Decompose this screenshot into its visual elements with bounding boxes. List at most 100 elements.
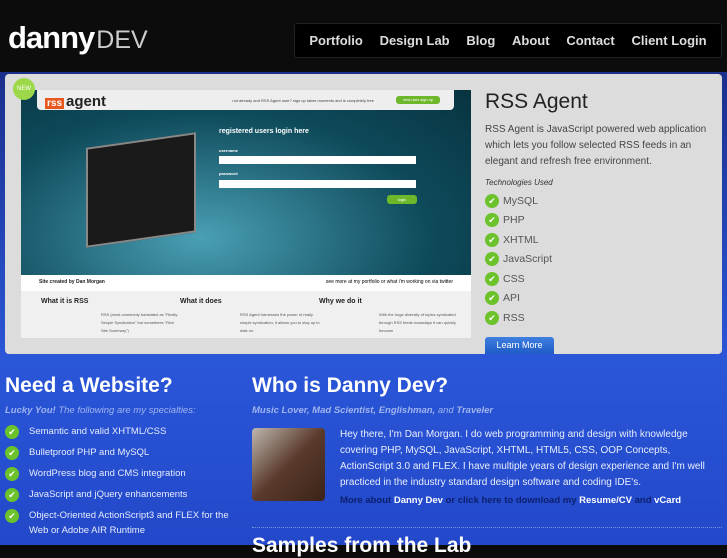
- login-button: login: [387, 195, 417, 204]
- specialties-list: ✔ Semantic and valid XHTML/CSS ✔ Bulletpro…: [5, 424, 235, 538]
- screenshot-col: Why we do it With the huge diversity of t…: [319, 298, 459, 335]
- check-icon: ✔: [485, 271, 499, 286]
- need-website-section: Need a Website? Lucky You! The following…: [5, 374, 235, 544]
- check-icon: ✔: [485, 291, 499, 306]
- tech-label: XHTML: [503, 233, 539, 246]
- tech-label: JavaScript: [503, 253, 553, 266]
- check-icon: ✔: [5, 425, 19, 439]
- password-field: [219, 180, 416, 188]
- credit-text: Site created by Dan Morgan: [39, 279, 105, 285]
- technologies-list: ✔ MySQL ✔ PHP ✔ XHTML ✔ JavaScript ✔ CSS ✔ API…: [485, 191, 715, 328]
- tech-label: API: [503, 292, 520, 305]
- sub-rest: The following are my specialties:: [55, 405, 196, 416]
- tech-item: ✔ PHP: [485, 211, 715, 231]
- username-field: [219, 156, 416, 164]
- who-subtitle: Music Lover, Mad Scientist, Englishman, …: [252, 405, 722, 416]
- logo-sub: DEV: [96, 26, 148, 54]
- tech-item: ✔ XHTML: [485, 230, 715, 250]
- tech-item: ✔ CSS: [485, 269, 715, 289]
- specialty-item: ✔ JavaScript and jQuery enhancements: [5, 487, 235, 502]
- project-screenshot[interactable]: rss agent not already and RSS Agent user?…: [21, 90, 471, 338]
- technologies-label: Technologies Used: [485, 178, 553, 187]
- tech-item: ✔ JavaScript: [485, 250, 715, 270]
- screenshot-col: What it does RSS Agent harnesses the powe…: [180, 298, 320, 335]
- sub-bold: Lucky You!: [5, 405, 56, 416]
- more-links: More about Danny Dev or click here to do…: [340, 495, 681, 506]
- avatar: [252, 428, 325, 501]
- nav-design-lab[interactable]: Design Lab: [380, 33, 450, 48]
- specialty-label: JavaScript and jQuery enhancements: [29, 489, 188, 500]
- tech-label: PHP: [503, 214, 525, 227]
- screenshot-col: What it is RSS RSS (most commonly transla…: [41, 298, 181, 335]
- sub-and: and: [435, 405, 457, 416]
- tech-label: MySQL: [503, 194, 539, 207]
- nav-blog[interactable]: Blog: [466, 33, 495, 48]
- rss-agent-logo: rss agent: [45, 93, 106, 110]
- logo[interactable]: dannyDEV: [8, 20, 148, 56]
- check-icon: ✔: [485, 232, 499, 247]
- specialty-item: ✔ Bulletproof PHP and MySQL: [5, 445, 235, 460]
- specialty-item: ✔ WordPress blog and CMS integration: [5, 466, 235, 481]
- nav-contact[interactable]: Contact: [566, 33, 614, 48]
- check-icon: ✔: [5, 467, 19, 481]
- logo-main: danny: [8, 20, 95, 55]
- col-title: What it is RSS: [41, 298, 89, 305]
- who-section: Who is Danny Dev? Music Lover, Mad Scien…: [252, 374, 722, 557]
- vcard-link[interactable]: vCard: [654, 495, 681, 506]
- col-text: RSS Agent harnesses the power of really …: [240, 312, 320, 333]
- specialty-item: ✔ Semantic and valid XHTML/CSS: [5, 424, 235, 439]
- project-description: RSS Agent is JavaScript powered web appl…: [485, 124, 707, 167]
- logo-box: rss: [45, 98, 65, 109]
- login-title: registered users login here: [219, 128, 309, 135]
- more-prefix: More about: [340, 495, 394, 506]
- check-icon: ✔: [485, 213, 499, 228]
- specialty-label: Object-Oriented ActionScript3 and FLEX f…: [29, 510, 229, 536]
- check-icon: ✔: [5, 488, 19, 502]
- nav-about[interactable]: About: [512, 33, 550, 48]
- header: dannyDEV Portfolio Design Lab Blog About…: [0, 0, 727, 72]
- col-text: With the huge diversity of topics syndic…: [379, 312, 456, 333]
- col-text: RSS (most commonly translated as "Really…: [101, 312, 178, 333]
- signup-button: new user sign up: [396, 96, 440, 104]
- screenshot-hero: rss agent not already and RSS Agent user?…: [21, 90, 471, 275]
- and-text: and: [631, 495, 655, 506]
- screenshot-topbar: rss agent not already and RSS Agent user?…: [37, 90, 454, 110]
- check-icon: ✔: [5, 509, 19, 523]
- tech-item: ✔ API: [485, 289, 715, 309]
- new-badge: NEW: [13, 78, 35, 100]
- tech-label: CSS: [503, 272, 525, 285]
- project-title: RSS Agent: [485, 90, 588, 113]
- learn-more-button[interactable]: Learn More: [485, 337, 554, 354]
- project-info: RSS Agent RSS Agent is JavaScript powere…: [485, 90, 715, 328]
- main-nav: Portfolio Design Lab Blog About Contact …: [294, 23, 722, 58]
- nav-client-login[interactable]: Client Login: [631, 33, 706, 48]
- need-title: Need a Website?: [5, 374, 173, 397]
- resume-link[interactable]: Resume/CV: [579, 495, 632, 506]
- briefcase-image: [86, 132, 196, 248]
- divider: [252, 527, 722, 528]
- tech-label: RSS: [503, 311, 525, 324]
- col-title: What it does: [180, 298, 222, 305]
- check-icon: ✔: [485, 252, 499, 267]
- check-icon: ✔: [485, 310, 499, 325]
- sub-last: Traveler: [456, 405, 494, 416]
- nav-portfolio[interactable]: Portfolio: [309, 33, 362, 48]
- password-label: password: [219, 171, 238, 176]
- featured-panel: rss agent not already and RSS Agent user?…: [5, 74, 722, 354]
- download-text[interactable]: or click here to download my: [443, 495, 579, 506]
- sub-bold: Music Lover, Mad Scientist, Englishman,: [252, 405, 436, 416]
- who-title: Who is Danny Dev?: [252, 374, 449, 397]
- screenshot-credit: Site created by Dan Morgan see more at my…: [21, 275, 471, 291]
- col-title: Why we do it: [319, 298, 362, 305]
- logo-text: agent: [66, 93, 107, 110]
- need-subtitle: Lucky You! The following are my specialt…: [5, 405, 235, 416]
- check-icon: ✔: [485, 193, 499, 208]
- tech-item: ✔ MySQL: [485, 191, 715, 211]
- username-label: username: [219, 148, 238, 153]
- credit-right: see more at my portfolio or what i'm wor…: [325, 279, 453, 285]
- specialty-label: Bulletproof PHP and MySQL: [29, 447, 150, 458]
- about-link[interactable]: Danny Dev: [394, 495, 443, 506]
- specialty-label: Semantic and valid XHTML/CSS: [29, 426, 167, 437]
- lab-title: Samples from the Lab: [252, 534, 472, 557]
- specialty-label: WordPress blog and CMS integration: [29, 468, 186, 479]
